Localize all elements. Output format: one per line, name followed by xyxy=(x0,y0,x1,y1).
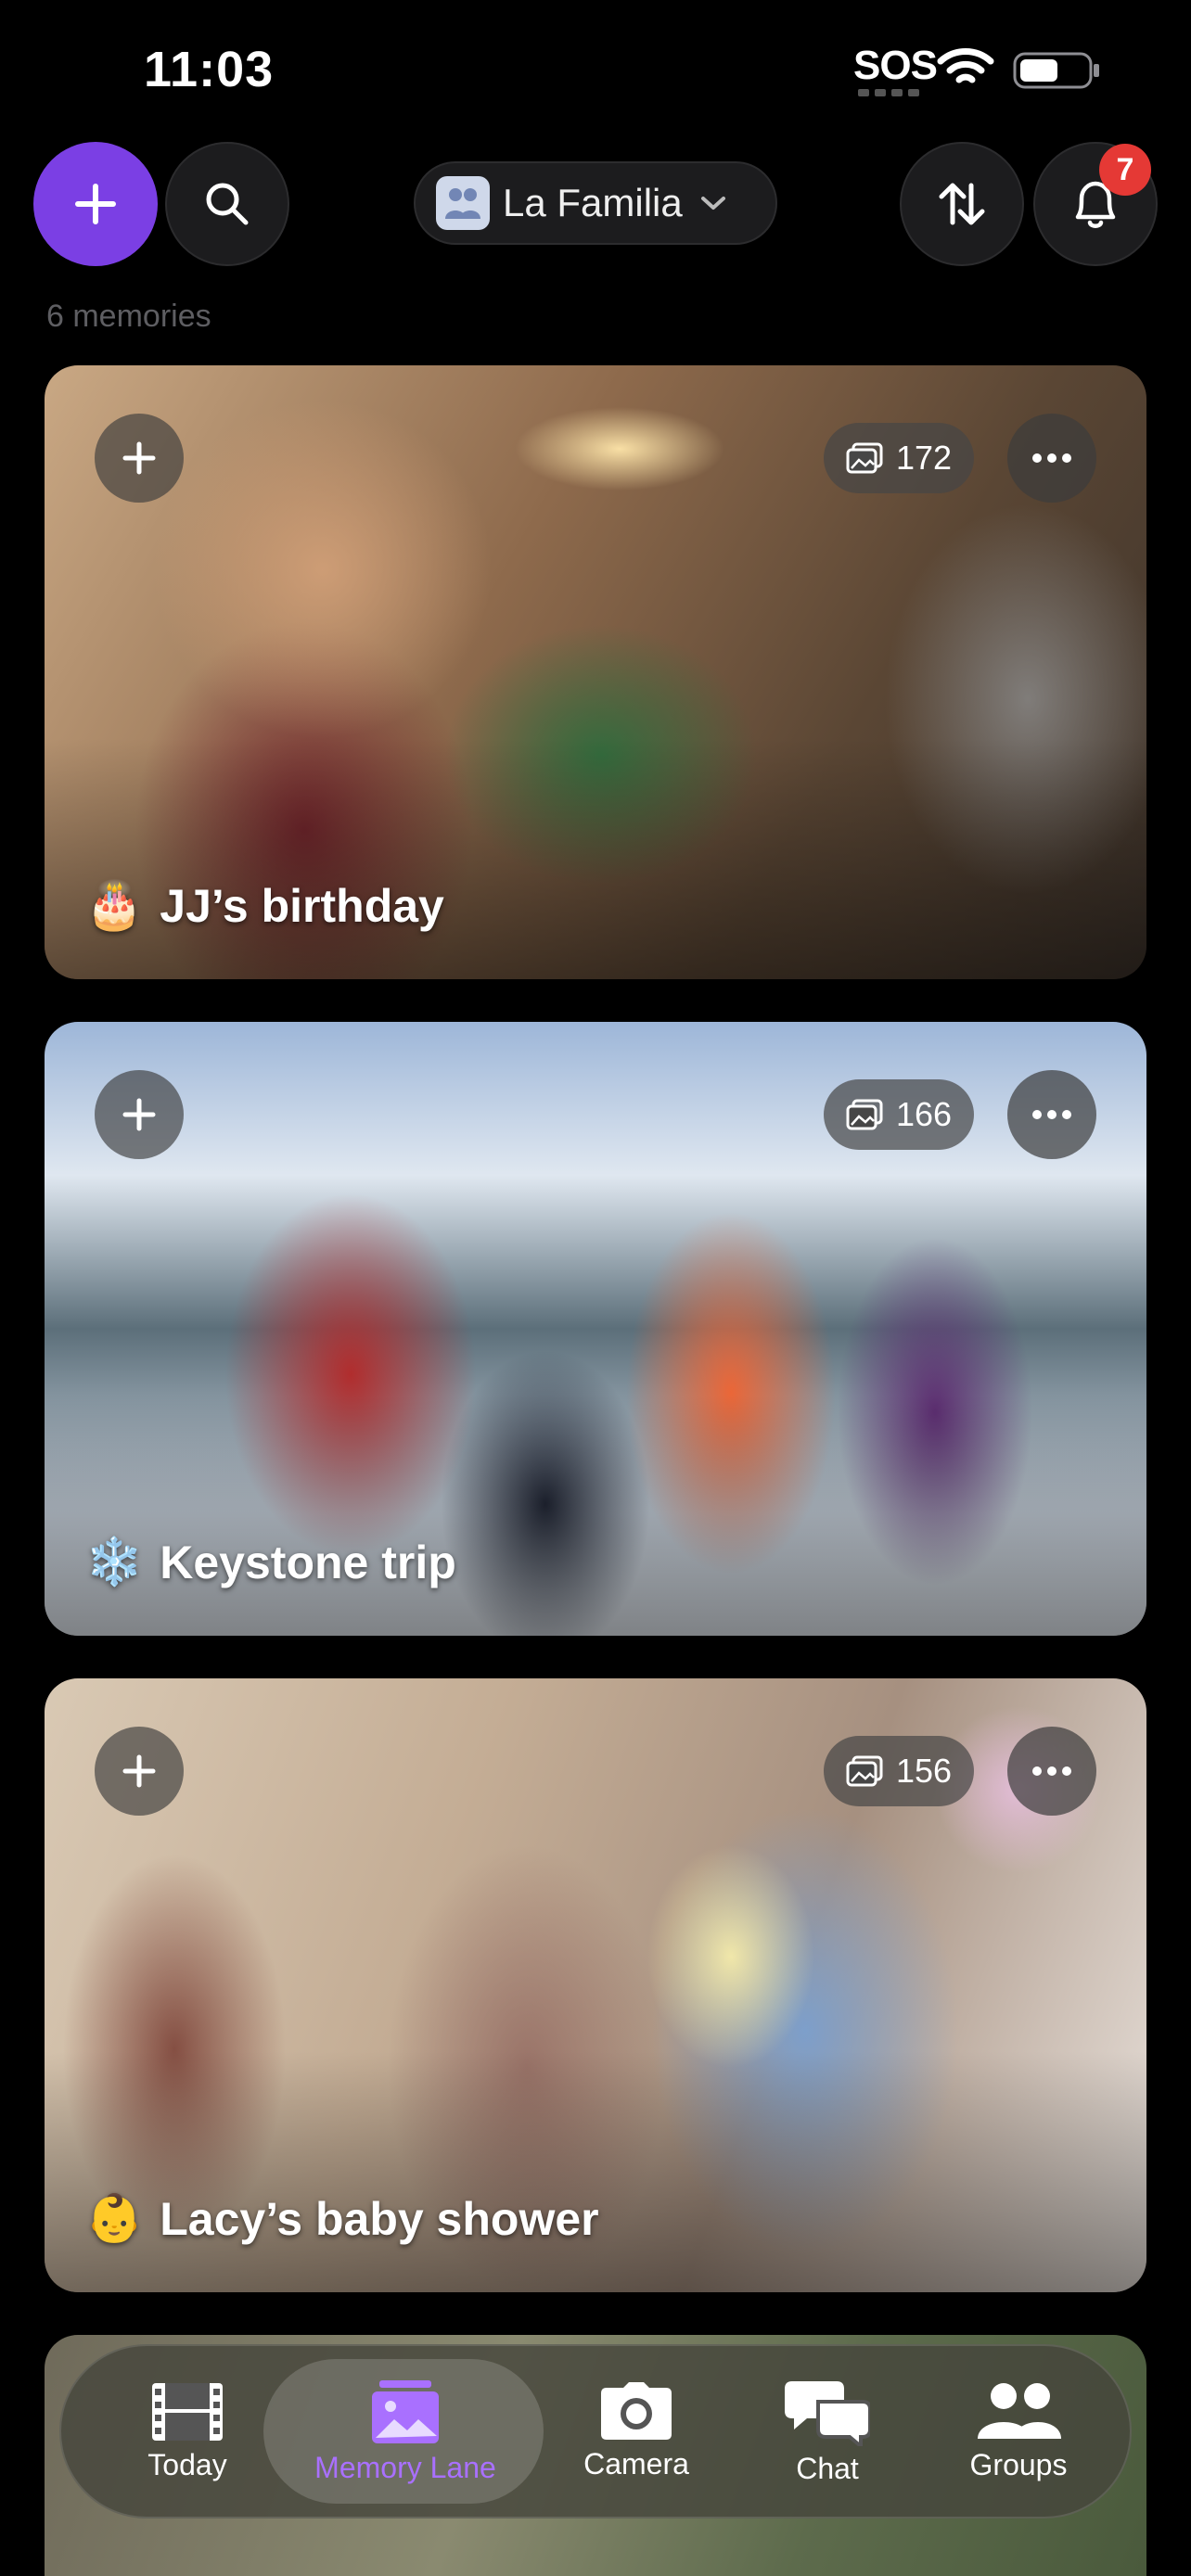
photo-count-badge: 172 xyxy=(824,423,974,493)
memory-title-text: Keystone trip xyxy=(160,1536,456,1588)
memory-emoji: 👶 xyxy=(85,2192,144,2244)
photo-count-badge: 166 xyxy=(824,1079,974,1150)
group-picker[interactable]: La Familia xyxy=(414,161,777,245)
plus-icon xyxy=(75,184,116,224)
nav-item-camera[interactable]: Camera xyxy=(562,2346,711,2517)
more-options-button[interactable] xyxy=(1007,1727,1096,1816)
more-options-button[interactable] xyxy=(1007,414,1096,503)
memory-card[interactable]: 166 ❄️ Keystone trip xyxy=(45,1022,1146,1636)
memory-emoji: 🎂 xyxy=(85,879,144,931)
plus-icon xyxy=(122,1098,156,1131)
nav-item-memory-lane[interactable]: Memory Lane xyxy=(271,2346,540,2517)
nav-label: Chat xyxy=(796,2451,859,2485)
nav-label: Camera xyxy=(583,2446,689,2480)
memory-title: 🎂 JJ’s birthday xyxy=(85,878,444,933)
add-to-memory-button[interactable] xyxy=(95,1070,184,1159)
ellipsis-icon xyxy=(1032,1110,1071,1119)
photos-icon xyxy=(846,1755,883,1787)
nav-item-chat[interactable]: Chat xyxy=(753,2346,902,2517)
photo-count: 156 xyxy=(895,1752,953,1790)
wifi-icon xyxy=(937,48,994,83)
nav-item-today[interactable]: Today xyxy=(113,2346,262,2517)
memory-title: 👶 Lacy’s baby shower xyxy=(85,2191,599,2246)
photo-count-badge: 156 xyxy=(824,1736,974,1806)
nav-label: Groups xyxy=(969,2447,1068,2481)
memory-title: ❄️ Keystone trip xyxy=(85,1535,456,1589)
memory-card[interactable]: 172 🎂 JJ’s birthday xyxy=(45,365,1146,979)
search-icon xyxy=(206,183,249,225)
memory-title-text: JJ’s birthday xyxy=(160,879,444,932)
memory-count: 6 memories xyxy=(46,299,211,334)
people-icon xyxy=(978,2382,1061,2439)
memory-title-text: Lacy’s baby shower xyxy=(160,2192,599,2245)
film-icon xyxy=(152,2382,223,2441)
search-button[interactable] xyxy=(165,142,289,266)
add-memory-button[interactable] xyxy=(33,142,158,266)
camera-icon xyxy=(601,2381,672,2440)
plus-icon xyxy=(122,1754,156,1788)
photo-count: 166 xyxy=(895,1095,953,1133)
add-to-memory-button[interactable] xyxy=(95,414,184,503)
group-avatar-icon xyxy=(436,176,490,230)
photos-icon xyxy=(846,1099,883,1130)
memory-emoji: ❄️ xyxy=(85,1536,144,1588)
photos-icon xyxy=(846,442,883,474)
notification-badge: 7 xyxy=(1099,144,1151,196)
nav-label: Today xyxy=(147,2447,227,2481)
plus-icon xyxy=(122,441,156,475)
photo-count: 172 xyxy=(895,439,953,477)
photo-stack-icon xyxy=(372,2379,439,2443)
memory-card[interactable]: 156 👶 Lacy’s baby shower xyxy=(45,1678,1146,2292)
sort-arrows-icon xyxy=(939,183,985,225)
chevron-down-icon xyxy=(700,197,725,210)
add-to-memory-button[interactable] xyxy=(95,1727,184,1816)
nav-label: Memory Lane xyxy=(314,2450,496,2484)
group-name: La Familia xyxy=(503,181,683,224)
signal-icon xyxy=(858,89,921,96)
status-time: 11:03 xyxy=(144,42,275,97)
bottom-navigation: Today Memory Lane Camera Chat Groups xyxy=(59,2344,1132,2519)
more-options-button[interactable] xyxy=(1007,1070,1096,1159)
ellipsis-icon xyxy=(1032,453,1071,463)
battery-icon xyxy=(1013,52,1099,89)
chat-icon xyxy=(785,2380,870,2446)
sos-indicator: SOS xyxy=(853,43,938,88)
sort-button[interactable] xyxy=(900,142,1024,266)
ellipsis-icon xyxy=(1032,1766,1071,1776)
nav-item-groups[interactable]: Groups xyxy=(944,2346,1093,2517)
